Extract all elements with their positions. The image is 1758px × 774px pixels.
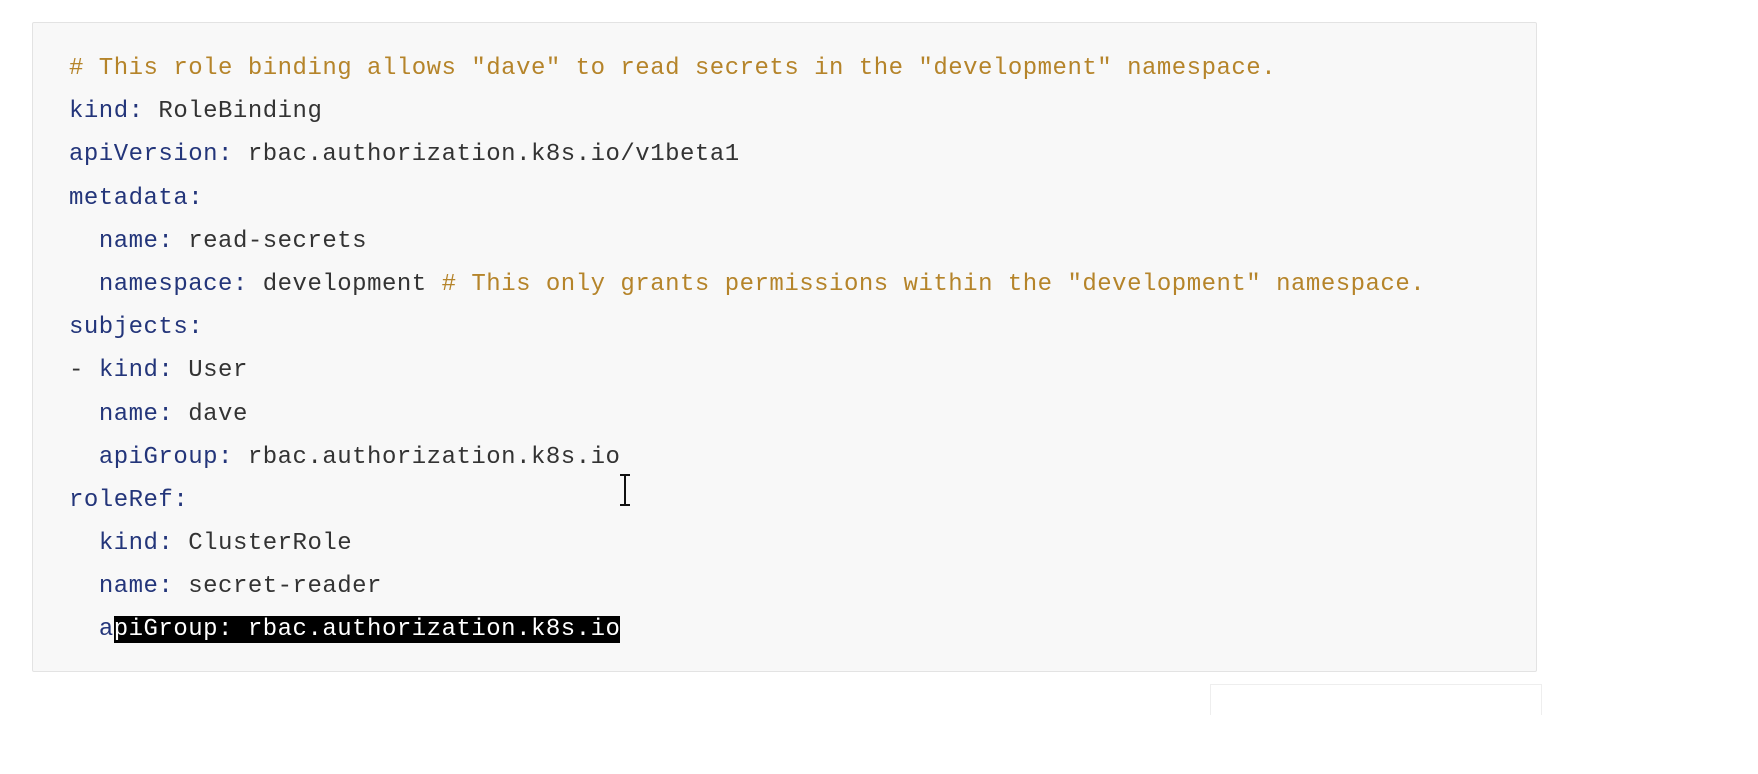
code-value: ClusterRole xyxy=(173,530,353,558)
code-key: name: xyxy=(98,400,174,428)
partial-panel xyxy=(1210,684,1542,715)
code-line: namespace: development # This only grant… xyxy=(69,263,1536,306)
code-line: subjects: xyxy=(69,306,1536,349)
code-comment: # This only grants permissions within th… xyxy=(441,270,1426,298)
code-line: name: read-secrets xyxy=(69,220,1536,263)
code-key: metadata: xyxy=(69,184,204,212)
code-line: kind: RoleBinding xyxy=(69,90,1536,133)
code-value: secret-reader xyxy=(173,573,382,601)
code-line: # This role binding allows "dave" to rea… xyxy=(69,47,1536,90)
code-key: namespace: xyxy=(98,270,248,298)
code-value: RoleBinding xyxy=(143,98,323,126)
code-key: kind: xyxy=(98,530,174,558)
code-line: name: secret-reader xyxy=(69,565,1536,608)
code-key: roleRef: xyxy=(69,486,189,514)
code-value: development xyxy=(247,270,442,298)
code-indent: - xyxy=(69,357,99,385)
code-line-selected: apiGroup: rbac.authorization.k8s.io xyxy=(69,608,1536,651)
code-value: rbac.authorization.k8s.io/v1beta1 xyxy=(232,141,740,169)
code-key: name: xyxy=(98,573,174,601)
code-key: kind: xyxy=(69,98,144,126)
code-block[interactable]: # This role binding allows "dave" to rea… xyxy=(32,22,1537,672)
code-key: apiVersion: xyxy=(69,141,233,169)
code-value: read-secrets xyxy=(173,227,368,255)
code-comment: # This role binding allows "dave" to rea… xyxy=(69,55,1277,82)
code-line: metadata: xyxy=(69,177,1536,220)
text-selection[interactable]: piGroup: rbac.authorization.k8s.io xyxy=(113,616,621,644)
code-value: dave xyxy=(173,400,248,428)
code-line: apiGroup: rbac.authorization.k8s.io xyxy=(69,436,1536,479)
code-key: subjects: xyxy=(69,314,204,342)
text-cursor-icon xyxy=(620,474,630,506)
code-line: name: dave xyxy=(69,393,1536,436)
code-key: apiGroup: xyxy=(98,443,233,471)
code-line: - kind: User xyxy=(69,349,1536,392)
code-line: kind: ClusterRole xyxy=(69,522,1536,565)
code-unselected: a xyxy=(98,616,114,644)
code-key: name: xyxy=(98,227,174,255)
code-value: rbac.authorization.k8s.io xyxy=(232,443,621,471)
code-value: User xyxy=(173,357,248,385)
code-line: apiVersion: rbac.authorization.k8s.io/v1… xyxy=(69,133,1536,176)
code-key: kind: xyxy=(98,357,174,385)
code-line: roleRef: xyxy=(69,479,1536,522)
